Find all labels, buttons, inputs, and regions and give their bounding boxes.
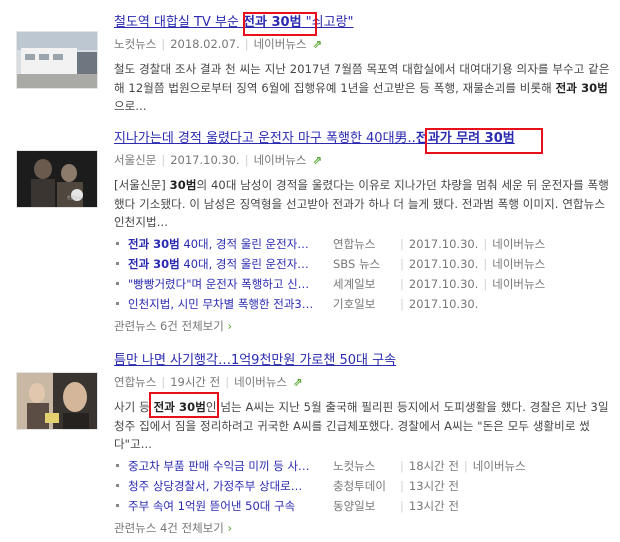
source-name[interactable]: 노컷뉴스: [114, 37, 156, 51]
publish-date: 2018.02.07.: [170, 37, 240, 51]
bullet-icon: [116, 301, 119, 305]
related-news-link[interactable]: 전과 30범 40대, 경적 울린 운전자…: [128, 254, 333, 274]
related-date: 2017.10.30.: [408, 276, 479, 291]
portal-link[interactable]: 네이버뉴스: [254, 37, 307, 51]
bullet-icon: [116, 261, 119, 265]
external-link-icon[interactable]: ⇗: [293, 375, 303, 389]
related-date: 2017.10.30.: [408, 236, 479, 251]
external-link-icon[interactable]: ⇗: [312, 37, 322, 51]
result-title-link[interactable]: 철도역 대합실 TV 부순 전과 30범 "쇠고랑": [114, 14, 610, 32]
related-news-item: 전과 30범 40대, 경적 울린 운전자… SBS 뉴스 | 2017.10.30.…: [114, 254, 610, 274]
result-title-link[interactable]: 틈만 나면 사기행각…1억9천만원 가로챈 50대 구속: [114, 352, 610, 370]
related-news-link[interactable]: "빵빵거렸다"며 운전자 폭행하고 신…: [128, 274, 333, 294]
related-portal-link[interactable]: 네이버뉴스: [473, 459, 526, 473]
svg-text:연합뉴스: 연합뉴스: [67, 194, 82, 200]
result-description: 사기 등 전과 30범인 넘는 A씨는 지난 5월 출국해 필리핀 등지에서 도…: [114, 400, 609, 451]
related-portal-link[interactable]: 네이버뉴스: [492, 257, 545, 271]
related-news-link[interactable]: 청주 상당경찰서, 가정주부 상대로…: [128, 476, 333, 496]
related-date: 2017.10.30.: [408, 296, 479, 311]
related-source[interactable]: SBS 뉴스: [333, 254, 395, 274]
result-meta: 노컷뉴스 | 2018.02.07. | 네이버뉴스 ⇗: [114, 37, 323, 51]
bullet-icon: [116, 503, 119, 507]
chevron-right-icon: ›: [227, 318, 233, 333]
related-source[interactable]: 연합뉴스: [333, 234, 395, 254]
related-source[interactable]: 세계일보: [333, 274, 395, 294]
bullet-icon: [116, 463, 119, 467]
related-news-item: 청주 상당경찰서, 가정주부 상대로… 충청투데이 | 13시간 전: [114, 476, 610, 496]
related-news-list: 전과 30범 40대, 경적 울린 운전자… 연합뉴스 | 2017.10.30. | 네…: [114, 234, 610, 314]
bullet-icon: [116, 241, 119, 245]
related-date: 13시간 전: [408, 478, 459, 493]
related-date: 2017.10.30.: [408, 256, 479, 271]
source-name[interactable]: 서울신문: [114, 153, 156, 167]
result-description: 철도 경찰대 조사 결과 천 씨는 지난 2017년 7월쯤 목포역 대합실에서…: [114, 62, 610, 113]
source-name[interactable]: 연합뉴스: [114, 375, 156, 389]
related-news-item: "빵빵거렸다"며 운전자 폭행하고 신… 세계일보 | 2017.10.30. | 네이버…: [114, 274, 610, 294]
portal-link[interactable]: 네이버뉴스: [254, 153, 307, 167]
related-news-more-link[interactable]: 관련뉴스 6건 전체보기 ›: [114, 316, 610, 336]
publish-date: 2017.10.30.: [170, 153, 240, 167]
related-source[interactable]: 노컷뉴스: [333, 456, 395, 476]
related-portal-link[interactable]: 네이버뉴스: [492, 237, 545, 251]
result-meta: 연합뉴스 | 19시간 전 | 네이버뉴스 ⇗: [114, 375, 303, 389]
related-source[interactable]: 충청투데이: [333, 476, 395, 496]
result-meta: 서울신문 | 2017.10.30. | 네이버뉴스 ⇗: [114, 153, 323, 167]
chevron-right-icon: ›: [227, 520, 233, 535]
result-title-link[interactable]: 지나가는데 경적 울렸다고 운전자 마구 폭행한 40대男..전과가 무려 30…: [114, 130, 610, 148]
bullet-icon: [116, 281, 119, 285]
related-portal-link[interactable]: 네이버뉴스: [492, 277, 545, 291]
related-source[interactable]: 동양일보: [333, 496, 395, 516]
related-news-link[interactable]: 인천지법, 시민 무차별 폭행한 전과3…: [128, 294, 333, 314]
related-news-more-link[interactable]: 관련뉴스 4건 전체보기 ›: [114, 518, 610, 538]
result-thumbnail[interactable]: 연합뉴스: [16, 150, 98, 208]
external-link-icon[interactable]: ⇗: [312, 153, 322, 167]
portal-link[interactable]: 네이버뉴스: [234, 375, 287, 389]
related-news-link[interactable]: 전과 30범 40대, 경적 울린 운전자…: [128, 234, 333, 254]
related-news-list: 중고차 부품 판매 수익금 미끼 등 사… 노컷뉴스 | 18시간 전 | 네이버뉴스 청…: [114, 456, 610, 516]
related-news-item: 인천지법, 시민 무차별 폭행한 전과3… 기호일보 | 2017.10.30.: [114, 294, 610, 314]
publish-date: 19시간 전: [170, 375, 221, 389]
related-news-item: 전과 30범 40대, 경적 울린 운전자… 연합뉴스 | 2017.10.30. | 네…: [114, 234, 610, 254]
related-date: 18시간 전: [408, 458, 459, 473]
related-news-item: 중고차 부품 판매 수익금 미끼 등 사… 노컷뉴스 | 18시간 전 | 네이버뉴스: [114, 456, 610, 476]
related-news-link[interactable]: 주부 속여 1억원 뜯어낸 50대 구속: [128, 496, 333, 516]
result-description: [서울신문] 30범의 40대 남성이 경적을 울렸다는 이유로 지나가던 차량…: [114, 178, 609, 229]
result-thumbnail[interactable]: [16, 372, 98, 430]
related-source[interactable]: 기호일보: [333, 294, 395, 314]
related-news-link[interactable]: 중고차 부품 판매 수익금 미끼 등 사…: [128, 456, 333, 476]
result-thumbnail[interactable]: [16, 31, 98, 89]
related-date: 13시간 전: [408, 498, 459, 513]
related-news-item: 주부 속여 1억원 뜯어낸 50대 구속 동양일보 | 13시간 전: [114, 496, 610, 516]
bullet-icon: [116, 483, 119, 487]
